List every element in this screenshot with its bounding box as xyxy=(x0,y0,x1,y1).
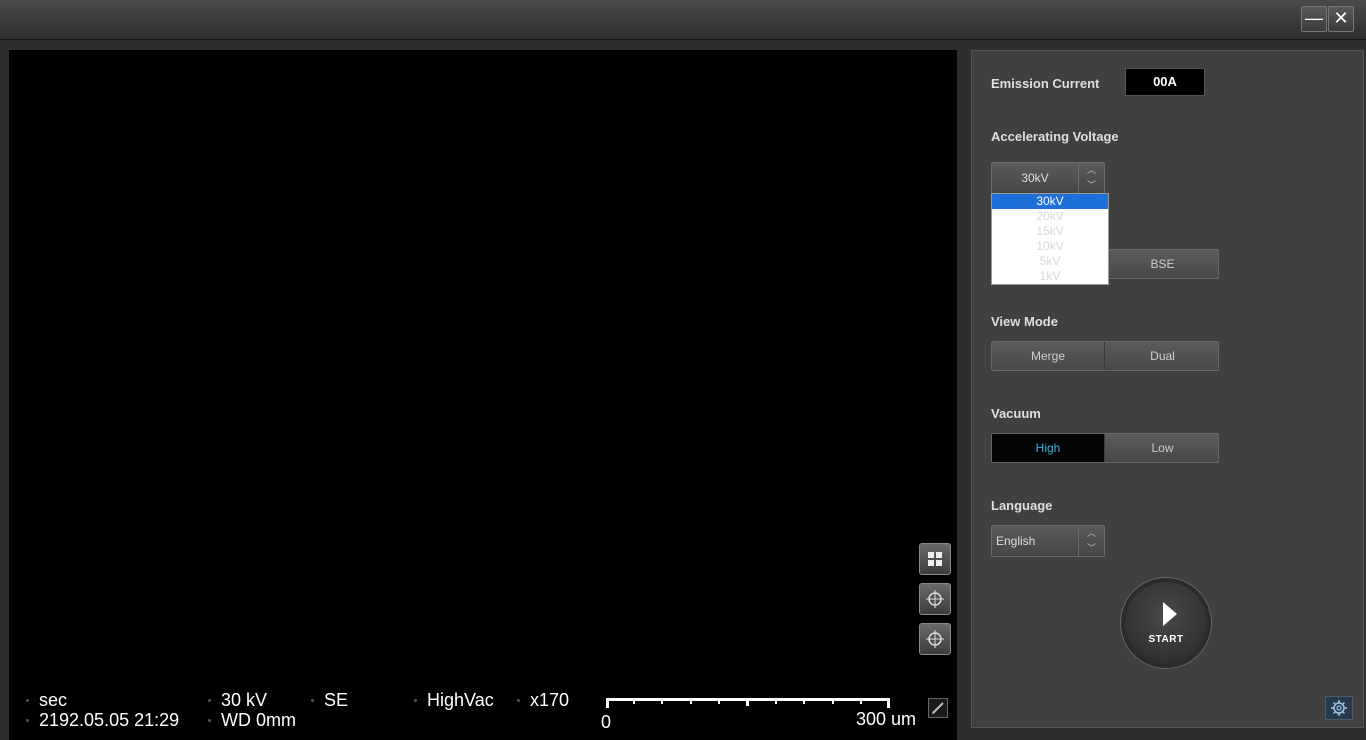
gear-icon xyxy=(1331,700,1347,716)
pencil-icon xyxy=(932,702,944,714)
bullet xyxy=(414,699,417,702)
voltage-option[interactable]: 30kV xyxy=(992,194,1108,209)
voltage-option[interactable]: 20kV xyxy=(992,209,1108,224)
settings-button[interactable] xyxy=(1325,696,1353,720)
start-button[interactable]: START xyxy=(1121,578,1211,668)
vacuum-label: Vacuum xyxy=(991,406,1041,421)
voltage-option[interactable]: 1kV xyxy=(992,269,1108,284)
accelerating-voltage-value: 30kV xyxy=(1021,171,1049,185)
view-mode-toggle: Merge Dual xyxy=(991,341,1219,371)
datetime-text: 2192.05.05 21:29 xyxy=(39,710,180,730)
language-value: English xyxy=(996,534,1036,548)
time-unit-text: sec xyxy=(39,690,68,710)
close-button[interactable]: ✕ xyxy=(1328,6,1354,32)
voltage-option[interactable]: 5kV xyxy=(992,254,1108,269)
start-label: START xyxy=(1148,634,1184,645)
language-label: Language xyxy=(991,498,1053,513)
crosshair-icon xyxy=(926,630,944,648)
grid-icon xyxy=(928,552,942,566)
spinner-arrows[interactable]: ︿ ﹀ xyxy=(1078,163,1104,193)
chevron-up-icon[interactable]: ︿ xyxy=(1079,526,1104,541)
minimize-button[interactable]: — xyxy=(1301,6,1327,32)
merge-button[interactable]: Merge xyxy=(992,342,1105,370)
chevron-up-icon[interactable]: ︿ xyxy=(1079,163,1104,178)
dual-button[interactable]: Dual xyxy=(1106,342,1218,370)
bullet xyxy=(517,699,520,702)
bullet xyxy=(311,699,314,702)
bullet xyxy=(26,719,29,722)
emission-current-readout: 00A xyxy=(1125,68,1205,96)
voltage-option[interactable]: 15kV xyxy=(992,224,1108,239)
vacuum-text: HighVac xyxy=(427,690,494,710)
crosshair-button-1[interactable] xyxy=(919,583,951,615)
voltage-option[interactable]: 10kV xyxy=(992,239,1108,254)
magnification-text: x170 xyxy=(530,690,570,710)
annotate-button[interactable] xyxy=(928,698,948,718)
bullet xyxy=(26,699,29,702)
spinner-arrows[interactable]: ︿ ﹀ xyxy=(1078,526,1104,556)
bullet xyxy=(208,719,211,722)
scalebar-end-label: 300 um xyxy=(856,709,917,729)
low-vacuum-button[interactable]: Low xyxy=(1106,434,1218,462)
chevron-down-icon[interactable]: ﹀ xyxy=(1079,178,1104,193)
detector-bse-button[interactable]: BSE xyxy=(1106,250,1218,278)
high-vacuum-button[interactable]: High xyxy=(992,434,1105,462)
view-mode-label: View Mode xyxy=(991,314,1058,329)
accelerating-voltage-select[interactable]: 30kV ︿ ﹀ xyxy=(991,162,1105,194)
voltage-dropdown-list: 30kV 20kV 15kV 10kV 5kV 1kV xyxy=(991,193,1109,285)
detector-text: SE xyxy=(324,690,349,710)
bullet xyxy=(208,699,211,702)
crosshair-button-2[interactable] xyxy=(919,623,951,655)
emission-current-label: Emission Current xyxy=(991,76,1100,91)
grid-view-button[interactable] xyxy=(919,543,951,575)
vacuum-toggle: High Low xyxy=(991,433,1219,463)
language-select[interactable]: English ︿ ﹀ xyxy=(991,525,1105,557)
title-bar: — ✕ xyxy=(0,0,1366,40)
control-panel: Emission Current 00A Accelerating Voltag… xyxy=(971,50,1364,728)
image-viewer[interactable]: sec 2192.05.05 21:29 30 kV WD 0mm SE Hig… xyxy=(9,50,957,740)
scale-bar xyxy=(606,698,890,708)
scalebar-start-label: 0 xyxy=(601,712,612,732)
accelerating-voltage-label: Accelerating Voltage xyxy=(991,129,1119,144)
voltage-text: 30 kV xyxy=(221,690,268,710)
working-distance-text: WD 0mm xyxy=(221,710,296,730)
chevron-down-icon[interactable]: ﹀ xyxy=(1079,541,1104,556)
play-icon xyxy=(1163,602,1177,626)
crosshair-icon xyxy=(926,590,944,608)
